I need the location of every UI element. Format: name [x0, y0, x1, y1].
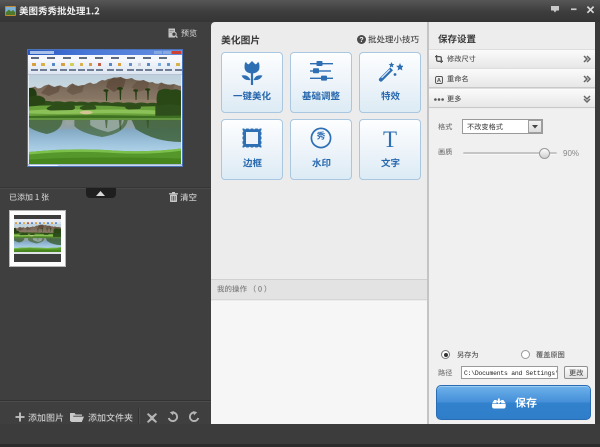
svg-text:?: ?: [359, 37, 363, 44]
svg-text:T: T: [383, 127, 397, 151]
